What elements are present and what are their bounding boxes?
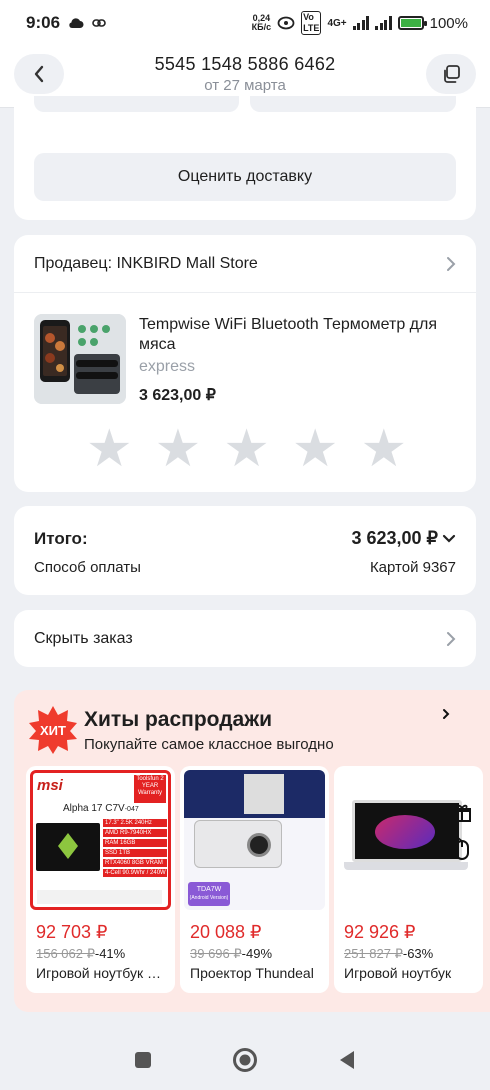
net-speed: 0,24 КБ/с [251, 13, 272, 32]
hit-product-old-price: 39 696 ₽-49% [190, 946, 273, 961]
product-shipping: express [139, 358, 196, 375]
total-label: Итого: [34, 528, 88, 548]
star-icon[interactable]: ★ [155, 423, 202, 475]
signal-icon-2 [375, 16, 392, 30]
product-price: 3 623,00 ₽ [139, 387, 216, 404]
home-icon[interactable] [232, 1047, 258, 1073]
rating-stars[interactable]: ★ ★ ★ ★ ★ [86, 423, 408, 475]
product-title[interactable]: Tempwise WiFi Bluetooth Термометр для мя… [139, 315, 459, 355]
hits-title[interactable]: Хиты распродажи [84, 708, 272, 732]
cloud-icon [69, 17, 84, 28]
hotspot-icon [277, 16, 295, 30]
seller-label: Продавец: INKBIRD Mall Store [34, 254, 258, 272]
payment-row: Способ оплаты Картой 9367 [34, 559, 456, 576]
hide-order-row[interactable]: Скрыть заказ [14, 610, 476, 667]
battery-fill [400, 19, 421, 27]
battery-icon [397, 16, 427, 30]
link-icon [92, 19, 106, 27]
hits-section: ХИТ Хиты распродажи Покупайте самое клас… [14, 690, 490, 1012]
battery-level: 100% [429, 14, 468, 32]
seller-row[interactable]: Продавец: INKBIRD Mall Store [14, 235, 476, 293]
status-time: 9:06 [26, 13, 61, 32]
hit-product-price: 92 703 ₽ [36, 922, 108, 942]
copy-button[interactable] [426, 54, 476, 94]
summary-card: Итого: 3 623,00 ₽ Способ оплаты Картой 9… [14, 506, 476, 595]
chevron-right-icon[interactable] [442, 708, 450, 720]
hit-product-image: msi Toolsfun 2 YEAR Warranty Alpha 17 C7… [30, 770, 171, 910]
hit-product-old-price: 251 827 ₽-63% [344, 946, 434, 961]
payment-value: Картой 9367 [369, 559, 456, 576]
hit-product-card[interactable]: TDA7W (Android Version) 20 088 ₽ 39 696 ₽… [180, 766, 329, 993]
star-icon[interactable]: ★ [86, 423, 133, 475]
hit-product-old-price: 156 062 ₽-41% [36, 946, 126, 961]
hit-product-card[interactable]: 92 926 ₽ 251 827 ₽-63% Игровой ноутбук [334, 766, 483, 993]
total-row[interactable]: Итого: 3 623,00 ₽ [34, 528, 456, 549]
order-date: от 27 марта [204, 77, 286, 94]
system-nav-bar [0, 1030, 490, 1090]
star-icon[interactable]: ★ [223, 423, 270, 475]
hit-product-name: Игровой ноутбук MSI Alpha 17 [36, 965, 166, 981]
rate-delivery-button[interactable]: Оценить доставку [34, 153, 456, 201]
hits-subtitle: Покупайте самое классное выгодно [84, 736, 334, 753]
hit-product-image: TDA7W (Android Version) [184, 770, 325, 910]
total-value: 3 623,00 ₽ [351, 528, 438, 548]
recents-icon[interactable] [134, 1051, 152, 1069]
copy-icon [444, 65, 460, 83]
chevron-down-icon[interactable] [442, 534, 456, 544]
status-bar: 9:06 0,24 КБ/с Vo LTE 4G+ 100% [0, 0, 490, 46]
mouse-icon[interactable] [452, 835, 472, 861]
delivery-card: Оценить доставку [14, 96, 476, 220]
chevron-right-icon [447, 631, 456, 646]
delivery-option-right[interactable] [250, 96, 456, 112]
hit-product-price: 20 088 ₽ [190, 922, 262, 942]
product-image[interactable] [34, 314, 126, 404]
hit-product-price: 92 926 ₽ [344, 922, 416, 942]
seller-product-card: Продавец: INKBIRD Mall Store Tempwise Wi… [14, 235, 476, 492]
network-type: 4G+ [327, 17, 347, 29]
hit-product-card[interactable]: msi Toolsfun 2 YEAR Warranty Alpha 17 C7… [26, 766, 175, 993]
hit-badge-icon: ХИТ [29, 706, 77, 754]
star-icon[interactable]: ★ [292, 423, 339, 475]
hit-product-name: Проектор Thundeal [190, 965, 314, 981]
hit-product-name: Игровой ноутбук [344, 965, 452, 981]
delivery-option-left[interactable] [34, 96, 239, 112]
back-nav-icon[interactable] [338, 1050, 356, 1070]
thermometer-product-image [34, 314, 126, 404]
side-floating-icons [452, 803, 472, 861]
volte-icon: Vo LTE [301, 11, 322, 35]
gift-icon[interactable] [452, 803, 472, 823]
star-icon[interactable]: ★ [361, 423, 408, 475]
chevron-right-icon [447, 256, 456, 271]
hit-badge-text: ХИТ [40, 723, 66, 738]
hide-order-label: Скрыть заказ [34, 629, 133, 647]
signal-icon-1 [352, 16, 370, 30]
order-number: 5545 1548 5886 6462 [154, 54, 336, 74]
payment-label: Способ оплаты [34, 559, 141, 576]
